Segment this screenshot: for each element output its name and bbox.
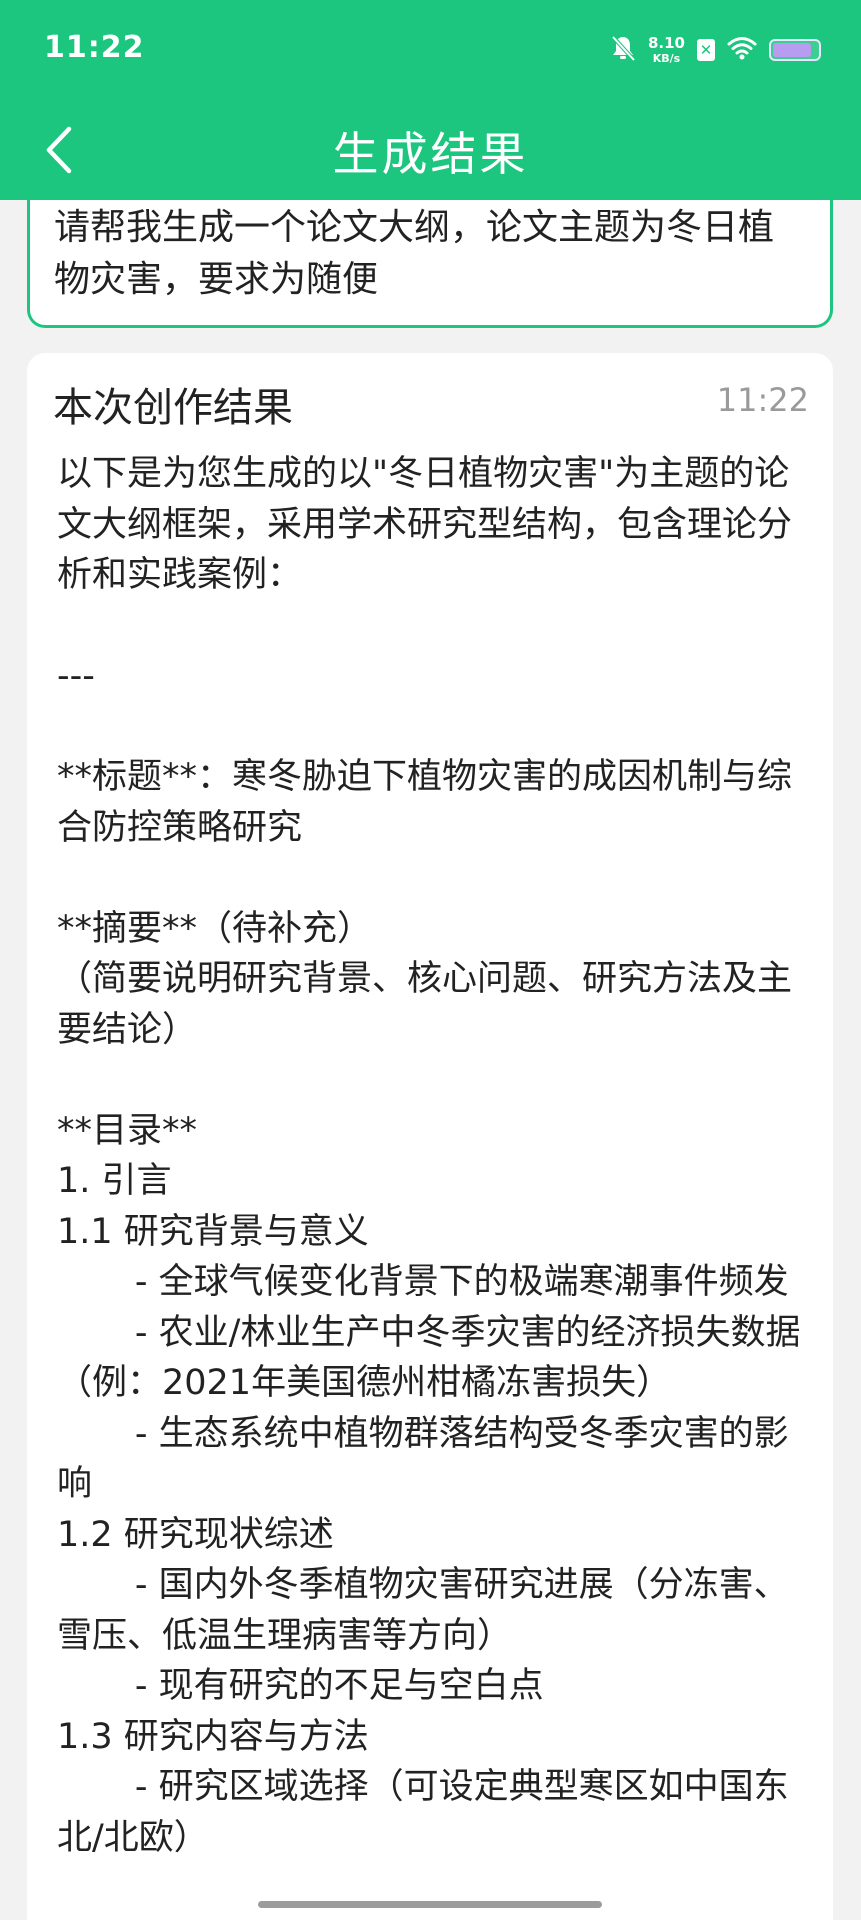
bell-off-icon <box>610 34 636 66</box>
result-card[interactable]: 本次创作结果 11:22 以下是为您生成的以"冬日植物灾害"为主题的论文大纲框架… <box>27 353 833 1920</box>
app-header: 11:22 8.10 KB/s ✕ 生成结果 <box>0 0 861 200</box>
app-screen: 11:22 8.10 KB/s ✕ 生成结果 请帮我生成一个论文大纲，论文主题为… <box>0 0 861 1920</box>
wifi-icon <box>727 36 757 64</box>
status-bar: 11:22 8.10 KB/s ✕ <box>0 0 861 100</box>
prompt-card[interactable]: 请帮我生成一个论文大纲，论文主题为冬日植物灾害，要求为随便 <box>27 200 833 328</box>
status-icons: 8.10 KB/s ✕ <box>610 30 821 70</box>
home-indicator[interactable] <box>258 1901 602 1908</box>
network-speed-value: 8.10 <box>647 34 685 52</box>
result-title: 本次创作结果 <box>53 385 293 431</box>
status-time: 11:22 <box>44 30 145 65</box>
result-body: 以下是为您生成的以"冬日植物灾害"为主题的论文大纲框架，采用学术研究型结构，包含… <box>57 454 801 1858</box>
no-sim-icon: ✕ <box>697 39 715 61</box>
result-header: 本次创作结果 11:22 <box>53 369 809 435</box>
page-title: 生成结果 <box>332 127 529 181</box>
nav-bar: 生成结果 <box>0 100 861 200</box>
prompt-text: 请帮我生成一个论文大纲，论文主题为冬日植物灾害，要求为随便 <box>54 207 775 300</box>
result-time: 11:22 <box>716 381 809 419</box>
network-speed-unit: KB/s <box>652 52 681 65</box>
content-area[interactable]: 请帮我生成一个论文大纲，论文主题为冬日植物灾害，要求为随便 本次创作结果 11:… <box>0 200 861 1920</box>
battery-icon <box>769 39 821 61</box>
network-speed: 8.10 KB/s <box>647 34 685 65</box>
battery-level <box>773 43 812 57</box>
